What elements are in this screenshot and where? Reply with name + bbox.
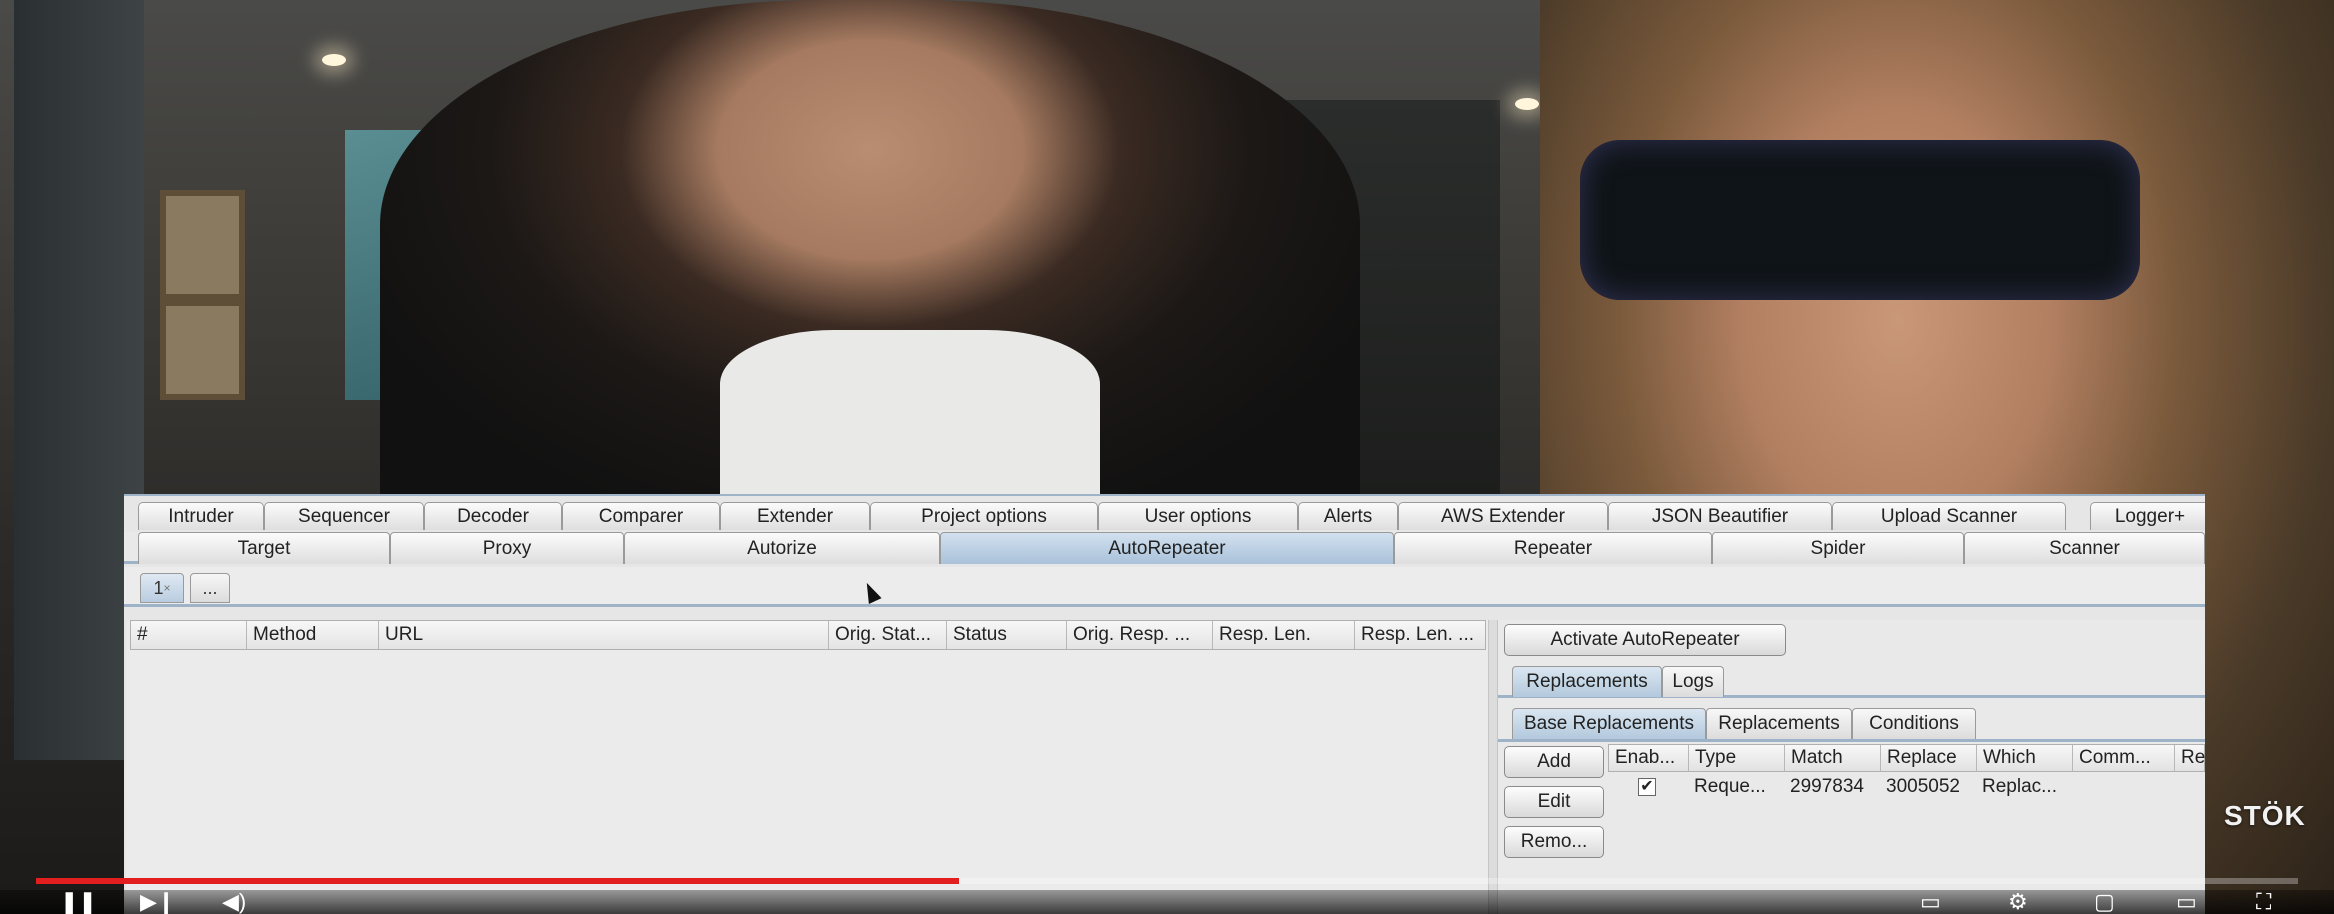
tab-target[interactable]: Target <box>138 532 390 564</box>
column-header-number[interactable]: # <box>131 621 247 649</box>
tab-decoder[interactable]: Decoder <box>424 502 562 530</box>
tab-aws-extender[interactable]: AWS Extender <box>1398 502 1608 530</box>
panel-splitter[interactable] <box>1488 620 1498 914</box>
remove-button[interactable]: Remo... <box>1504 826 1604 858</box>
column-header-comment[interactable]: Comm... <box>2073 745 2175 771</box>
tab-logs[interactable]: Logs <box>1662 666 1724 697</box>
video-progress-fill <box>36 878 959 884</box>
tab-upload-scanner[interactable]: Upload Scanner <box>1832 502 2066 530</box>
tab-proxy[interactable]: Proxy <box>390 532 624 564</box>
which-cell: Replac... <box>1982 776 2057 797</box>
column-header-enabled[interactable]: Enab... <box>1609 745 1689 771</box>
enabled-checkbox[interactable]: ✔ <box>1638 778 1656 796</box>
person-left-shirt <box>720 330 1100 510</box>
pause-icon[interactable]: ❚❚ <box>60 890 97 914</box>
add-button[interactable]: Add <box>1504 746 1604 778</box>
tab-replacements[interactable]: Replacements <box>1512 666 1662 697</box>
column-header-resp-len[interactable]: Resp. Len. <box>1213 621 1355 649</box>
theater-mode-icon[interactable]: ▭ <box>2176 890 2197 914</box>
video-controls: ❚❚ ▶❙ ◀) ▭ ⚙ ▢ ▭ ⛶ <box>0 890 2334 914</box>
tab-autorepeater[interactable]: AutoRepeater <box>940 532 1394 564</box>
replacements-table-header: Enab... Type Match Replace Which Comm...… <box>1608 744 2205 772</box>
table-row[interactable]: ✔ Reque... 2997834 3005052 Replac... <box>1608 773 2205 801</box>
replacement-tabs: Base Replacements Replacements Condition… <box>1498 704 2205 742</box>
results-table-header: # Method URL Orig. Stat... Status Orig. … <box>130 620 1486 650</box>
tab-logger-plus[interactable]: Logger+ <box>2090 502 2205 530</box>
edit-button[interactable]: Edit <box>1504 786 1604 818</box>
tab-scanner[interactable]: Scanner <box>1964 532 2205 564</box>
match-cell: 2997834 <box>1790 776 1864 797</box>
tab-comparer[interactable]: Comparer <box>562 502 720 530</box>
wall-frame <box>160 300 245 400</box>
tab-sequencer[interactable]: Sequencer <box>264 502 424 530</box>
subtab-1[interactable]: 1× <box>140 573 184 603</box>
tab-autorize[interactable]: Autorize <box>624 532 940 564</box>
tab-user-options[interactable]: User options <box>1098 502 1298 530</box>
enabled-cell: ✔ <box>1608 773 1688 801</box>
channel-watermark: STÖK <box>2224 800 2306 831</box>
tab-intruder[interactable]: Intruder <box>138 502 264 530</box>
config-tabs: Replacements Logs <box>1498 662 2205 698</box>
ceiling-light <box>322 54 346 66</box>
fullscreen-icon[interactable]: ⛶ <box>2256 890 2271 914</box>
tab-row-top: Intruder Sequencer Decoder Comparer Exte… <box>124 494 2205 532</box>
tab-alerts[interactable]: Alerts <box>1298 502 1398 530</box>
results-panel: # Method URL Orig. Stat... Status Orig. … <box>126 620 1488 914</box>
close-icon[interactable]: × <box>164 581 171 595</box>
next-icon[interactable]: ▶❙ <box>140 890 175 914</box>
tab-sub-replacements[interactable]: Replacements <box>1706 708 1852 739</box>
column-header-which[interactable]: Which <box>1977 745 2073 771</box>
tab-json-beautifier[interactable]: JSON Beautifier <box>1608 502 1832 530</box>
ceiling-light <box>1515 98 1539 110</box>
tab-extender[interactable]: Extender <box>720 502 870 530</box>
tab-conditions[interactable]: Conditions <box>1852 708 1976 739</box>
burp-window: Intruder Sequencer Decoder Comparer Exte… <box>124 494 2205 914</box>
column-header-status[interactable]: Status <box>947 621 1067 649</box>
autorepeater-subtabs: 1× ... <box>124 567 2205 607</box>
tab-spider[interactable]: Spider <box>1712 532 1964 564</box>
settings-icon[interactable]: ⚙ <box>2008 890 2028 914</box>
video-progress-bar[interactable] <box>36 878 2298 884</box>
column-header-regex[interactable]: Reg <box>2175 745 2205 771</box>
miniplayer-icon[interactable]: ▢ <box>2094 890 2115 914</box>
subtitles-icon[interactable]: ▭ <box>1920 890 1941 914</box>
wall-frame <box>160 190 245 300</box>
tab-base-replacements[interactable]: Base Replacements <box>1512 708 1706 739</box>
column-header-type[interactable]: Type <box>1689 745 1785 771</box>
comment-cell <box>2072 773 2174 801</box>
volume-icon[interactable]: ◀) <box>222 890 246 914</box>
sunglasses <box>1580 140 2140 300</box>
tab-project-options[interactable]: Project options <box>870 502 1098 530</box>
tab-repeater[interactable]: Repeater <box>1394 532 1712 564</box>
subtab-1-label: 1 <box>153 578 164 598</box>
column-header-match[interactable]: Match <box>1785 745 1881 771</box>
activate-autorepeater-button[interactable]: Activate AutoRepeater <box>1504 624 1786 656</box>
subtab-new[interactable]: ... <box>190 573 230 603</box>
column-header-resp-len-diff[interactable]: Resp. Len. ... <box>1355 621 1487 649</box>
column-header-orig-resp-len[interactable]: Orig. Resp. ... <box>1067 621 1213 649</box>
column-header-url[interactable]: URL <box>379 621 829 649</box>
replacements-panel: Activate AutoRepeater Replacements Logs … <box>1498 620 2205 914</box>
tab-row-bottom: Target Proxy Autorize AutoRepeater Repea… <box>124 532 2205 564</box>
column-header-replace[interactable]: Replace <box>1881 745 1977 771</box>
replace-cell: 3005052 <box>1886 776 1960 797</box>
type-cell: Reque... <box>1694 776 1766 797</box>
column-header-orig-status[interactable]: Orig. Stat... <box>829 621 947 649</box>
column-header-method[interactable]: Method <box>247 621 379 649</box>
